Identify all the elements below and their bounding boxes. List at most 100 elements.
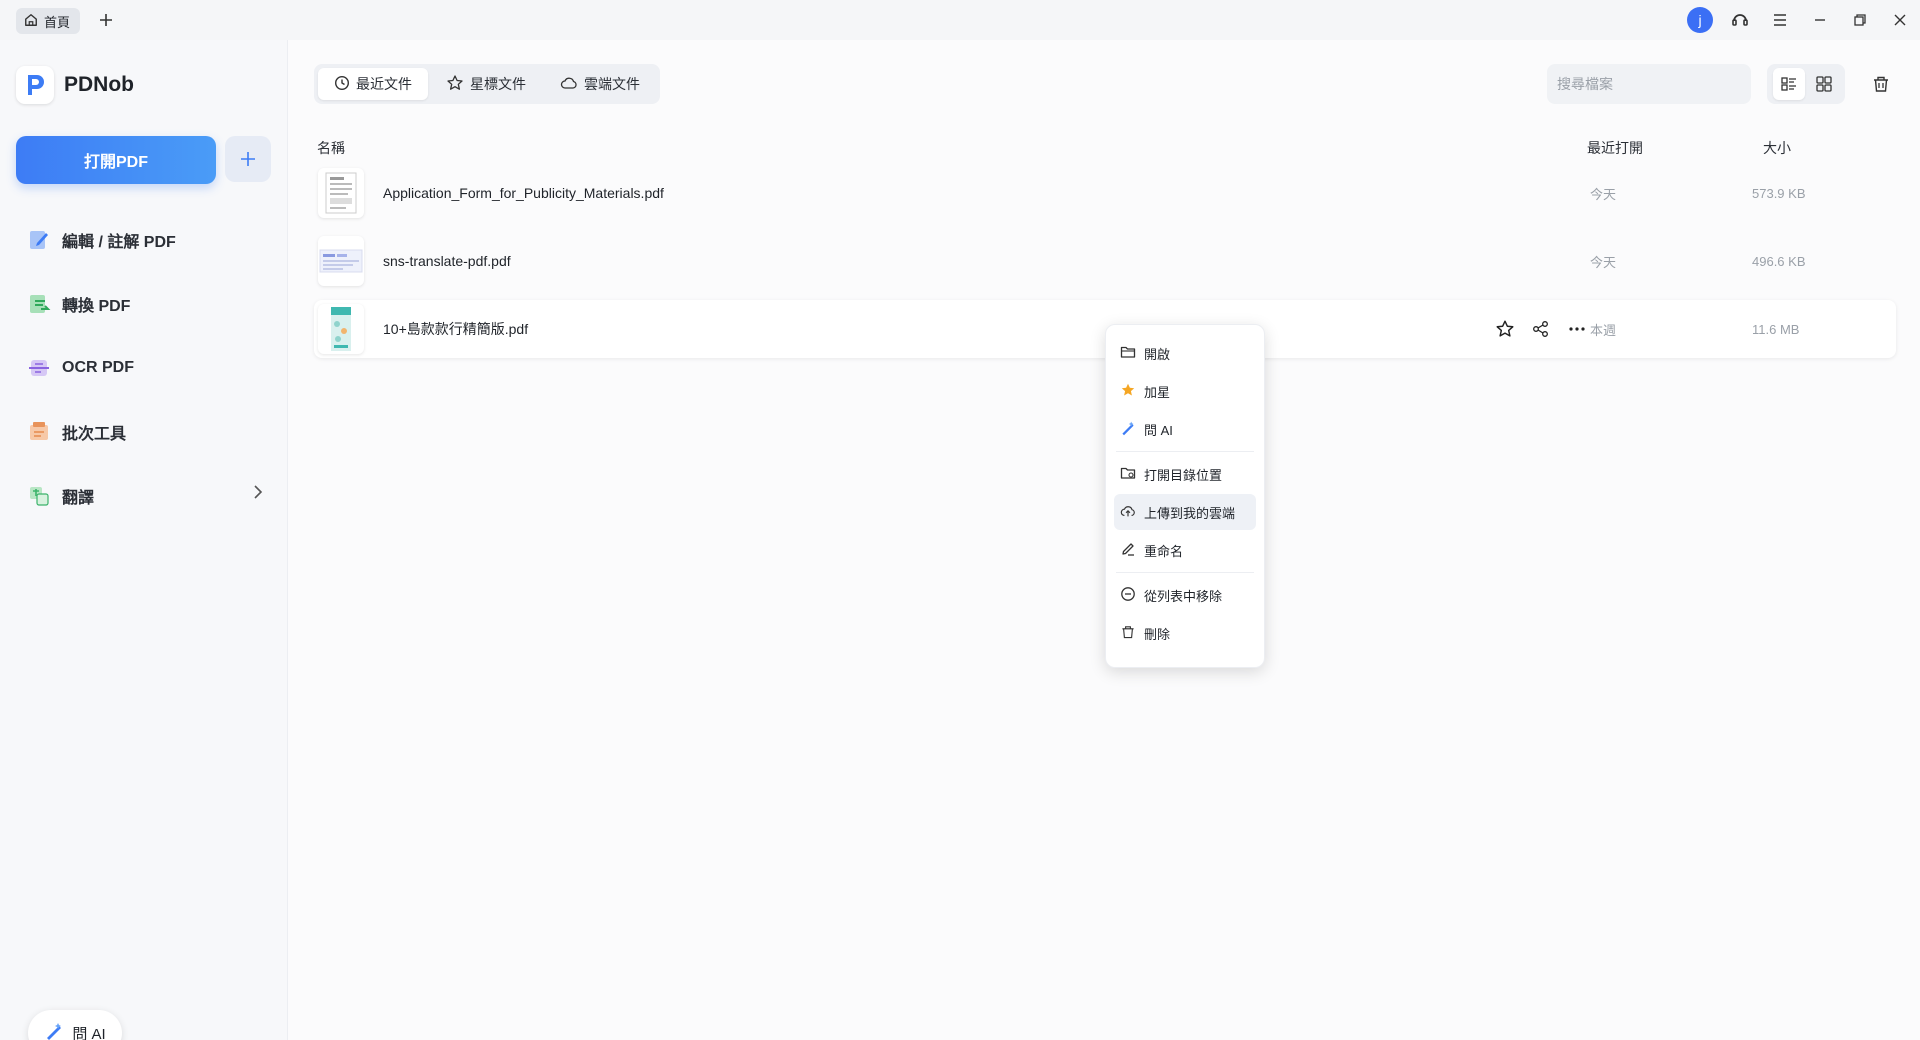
star-filled-icon xyxy=(1120,382,1136,401)
rename-icon xyxy=(1120,541,1136,560)
convert-pdf-icon xyxy=(26,291,52,317)
sidebar-item-convert-pdf[interactable]: 轉換 PDF xyxy=(26,272,266,336)
tab-label: 最近文件 xyxy=(356,76,412,92)
file-thumbnail xyxy=(318,304,364,354)
star-icon xyxy=(446,74,464,95)
file-tabs: 最近文件 星標文件 雲端文件 xyxy=(314,64,660,104)
share-button[interactable] xyxy=(1529,317,1553,341)
star-button[interactable] xyxy=(1493,317,1517,341)
share-icon xyxy=(1533,321,1548,337)
close-icon xyxy=(1894,14,1906,26)
list-view-icon xyxy=(1780,77,1796,91)
menu-item-remove-from-list[interactable]: 從列表中移除 xyxy=(1114,577,1256,613)
app-logo: PDNob xyxy=(16,66,134,104)
star-icon xyxy=(1496,320,1514,337)
menu-item-star[interactable]: 加星 xyxy=(1114,373,1256,409)
menu-item-label: 上傳到我的雲端 xyxy=(1144,505,1236,521)
sidebar-item-label: 批次工具 xyxy=(62,426,127,443)
restore-button[interactable] xyxy=(1840,0,1880,40)
more-options-button[interactable] xyxy=(1565,317,1589,341)
tab-label: 雲端文件 xyxy=(584,76,640,92)
upload-cloud-icon xyxy=(1120,503,1136,522)
account-button[interactable]: j xyxy=(1680,0,1720,40)
ai-pen-icon xyxy=(1120,420,1136,439)
menu-button[interactable] xyxy=(1760,0,1800,40)
sidebar-item-label: 轉換 PDF xyxy=(62,298,131,315)
menu-item-ask-ai[interactable]: 問 AI xyxy=(1114,411,1256,447)
avatar: j xyxy=(1687,7,1713,33)
sidebar-item-edit-pdf[interactable]: 編輯 / 註解 PDF xyxy=(26,208,266,272)
app-name: PDNob xyxy=(64,73,134,96)
headset-icon xyxy=(1732,14,1748,26)
menu-divider xyxy=(1116,572,1254,573)
pdnob-logo-icon xyxy=(16,66,54,104)
menu-item-label: 加星 xyxy=(1144,384,1171,400)
minimize-button[interactable] xyxy=(1800,0,1840,40)
sidebar-item-batch-tools[interactable]: 批次工具 xyxy=(26,400,266,464)
tab-home-label: 首頁 xyxy=(44,14,71,30)
file-row[interactable]: sns-translate-pdf.pdf 今天 496.6 KB xyxy=(314,232,1896,290)
context-menu: 開啟 加星 問 AI 打開目錄位置 上傳到我的雲端 重命名 從列表中移除 刪除 xyxy=(1105,324,1265,668)
cloud-icon xyxy=(560,74,578,95)
column-header-size[interactable]: 大小 xyxy=(1763,138,1791,158)
menu-item-label: 問 AI xyxy=(1144,422,1173,438)
list-view-button[interactable] xyxy=(1772,68,1805,100)
tab-cloud-files[interactable]: 雲端文件 xyxy=(544,68,656,100)
open-pdf-button[interactable]: 打開PDF xyxy=(16,136,216,184)
ask-ai-button[interactable]: 問 AI xyxy=(28,1010,122,1040)
file-row[interactable]: Application_Form_for_Publicity_Materials… xyxy=(314,164,1896,222)
new-tab-button[interactable] xyxy=(94,8,118,32)
column-header-name[interactable]: 名稱 xyxy=(317,138,345,158)
file-date: 今天 xyxy=(1590,186,1617,202)
main-content: 最近文件 星標文件 雲端文件 名稱 最近打開 大小 xyxy=(288,40,1920,1040)
minimize-icon xyxy=(1815,19,1825,21)
file-thumbnail xyxy=(318,236,364,286)
window-controls: j xyxy=(1680,0,1920,40)
tab-starred-files[interactable]: 星標文件 xyxy=(430,68,542,100)
sidebar-item-translate[interactable]: 翻譯 xyxy=(26,464,266,528)
menu-item-label: 刪除 xyxy=(1144,626,1171,642)
column-header-recent[interactable]: 最近打開 xyxy=(1587,138,1643,158)
menu-item-upload-cloud[interactable]: 上傳到我的雲端 xyxy=(1114,494,1256,530)
folder-open-icon xyxy=(1120,344,1136,363)
support-button[interactable] xyxy=(1720,0,1760,40)
file-size: 496.6 KB xyxy=(1752,253,1806,269)
sidebar-item-ocr-pdf[interactable]: OCR PDF xyxy=(26,336,266,400)
file-name: 10+島款款行精簡版.pdf xyxy=(383,321,529,337)
remove-circle-icon xyxy=(1120,586,1136,605)
file-name: Application_Form_for_Publicity_Materials… xyxy=(383,185,664,201)
home-icon xyxy=(24,13,38,30)
tab-label: 星標文件 xyxy=(470,76,526,92)
hamburger-icon xyxy=(1774,14,1786,26)
menu-divider xyxy=(1116,451,1254,452)
ai-pen-icon xyxy=(44,1021,64,1040)
sidebar-item-label: OCR PDF xyxy=(62,359,134,376)
file-size: 11.6 MB xyxy=(1752,321,1800,337)
trash-bin-button[interactable] xyxy=(1865,68,1897,100)
menu-item-label: 打開目錄位置 xyxy=(1144,467,1223,483)
file-date: 今天 xyxy=(1590,254,1617,270)
tab-recent-files[interactable]: 最近文件 xyxy=(318,68,428,100)
menu-item-rename[interactable]: 重命名 xyxy=(1114,532,1256,568)
grid-view-icon xyxy=(1815,76,1832,92)
folder-location-icon xyxy=(1120,465,1136,484)
menu-item-open-location[interactable]: 打開目錄位置 xyxy=(1114,456,1256,492)
trash-icon xyxy=(1120,624,1136,643)
sidebar-item-label: 翻譯 xyxy=(62,490,95,507)
ocr-pdf-icon xyxy=(26,355,52,381)
sidebar-item-label: 編輯 / 註解 PDF xyxy=(62,234,176,251)
close-button[interactable] xyxy=(1880,0,1920,40)
edit-pdf-icon xyxy=(26,227,52,253)
translate-icon xyxy=(26,483,52,509)
menu-item-delete[interactable]: 刪除 xyxy=(1114,615,1256,651)
search-input[interactable] xyxy=(1547,64,1751,104)
chevron-right-icon[interactable] xyxy=(250,484,266,505)
menu-item-open[interactable]: 開啟 xyxy=(1114,335,1256,371)
file-date: 本週 xyxy=(1590,322,1617,338)
file-size: 573.9 KB xyxy=(1752,185,1806,201)
grid-view-button[interactable] xyxy=(1808,68,1840,100)
add-button[interactable] xyxy=(225,136,271,182)
view-toggle xyxy=(1767,64,1845,104)
menu-item-label: 從列表中移除 xyxy=(1144,588,1223,604)
tab-home[interactable]: 首頁 xyxy=(16,8,81,34)
